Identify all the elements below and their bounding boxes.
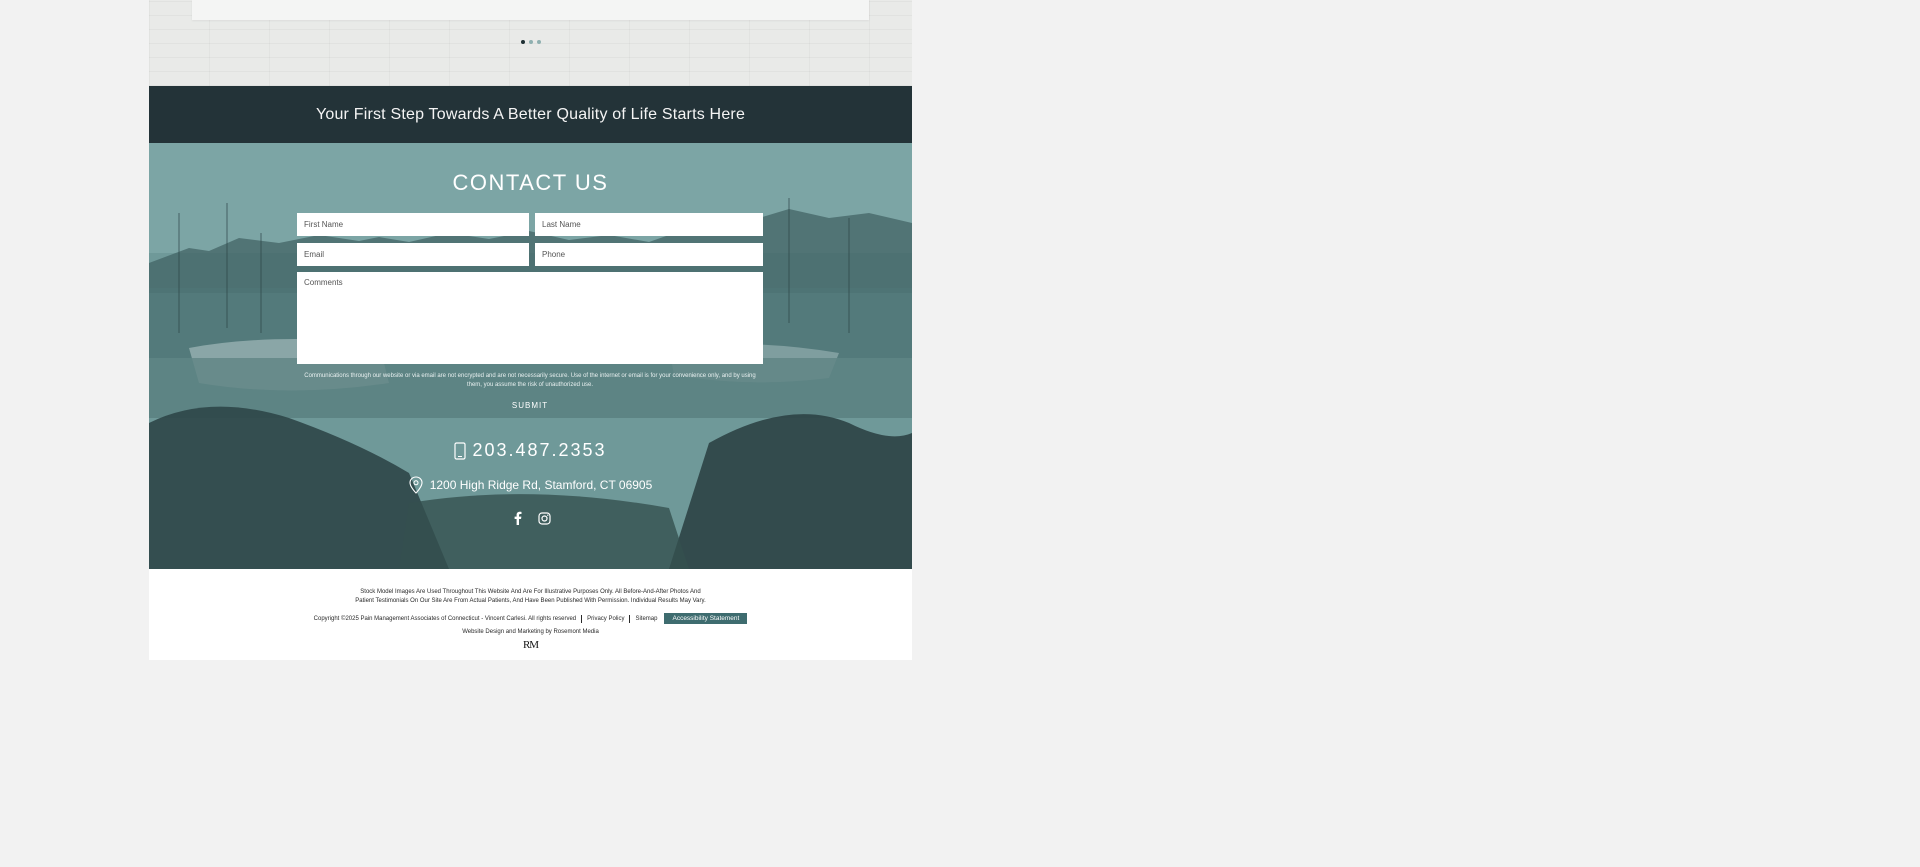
tagline-banner: Your First Step Towards A Better Quality… <box>149 86 912 143</box>
copyright-text: Copyright ©2025 Pain Management Associat… <box>313 615 577 622</box>
privacy-disclaimer: Communications through our website or vi… <box>304 373 756 388</box>
sitemap-link[interactable]: Sitemap <box>635 616 657 622</box>
address-link[interactable]: 1200 High Ridge Rd, Stamford, CT 06905 <box>149 476 912 494</box>
slider-dot[interactable] <box>528 40 533 44</box>
facebook-icon[interactable] <box>510 511 524 525</box>
divider <box>629 614 631 623</box>
mobile-phone-icon <box>454 441 467 460</box>
contact-section: CONTACT US Communications through our we… <box>149 143 912 569</box>
stock-image-note-line: Patient Testimonials On Our Site Are Fro… <box>355 598 706 604</box>
stock-image-note-line: Stock Model Images Are Used Throughout T… <box>360 589 701 595</box>
submit-button[interactable]: SUBMIT <box>480 401 580 410</box>
footer-links-row: Copyright ©2025 Pain Management Associat… <box>149 613 912 624</box>
contact-title: CONTACT US <box>452 170 609 195</box>
design-credit[interactable]: Website Design and Marketing by Rosemont… <box>149 629 912 635</box>
slide-card <box>192 0 869 20</box>
map-pin-icon <box>409 476 423 494</box>
email-input[interactable] <box>297 243 529 266</box>
tagline-text: Your First Step Towards A Better Quality… <box>315 105 746 123</box>
phone-number: 203.487.2353 <box>472 440 607 460</box>
privacy-policy-link[interactable]: Privacy Policy <box>587 616 624 622</box>
slider-dot[interactable] <box>536 40 541 44</box>
social-links <box>149 511 912 525</box>
comments-textarea[interactable] <box>297 272 763 364</box>
phone-link[interactable]: 203.487.2353 <box>149 440 912 461</box>
stock-image-note: Stock Model Images Are Used Throughout T… <box>149 588 912 606</box>
last-name-input[interactable] <box>535 213 763 236</box>
instagram-icon[interactable] <box>537 511 551 525</box>
divider <box>581 614 583 623</box>
slider-dot[interactable] <box>520 40 525 44</box>
first-name-input[interactable] <box>297 213 529 236</box>
accessibility-statement-button[interactable]: Accessibility Statement <box>664 613 748 624</box>
rosemont-media-logo[interactable]: RM <box>149 639 912 651</box>
page: Your First Step Towards A Better Quality… <box>149 0 912 660</box>
slider-dots <box>149 40 912 44</box>
site-footer: Stock Model Images Are Used Throughout T… <box>149 569 912 660</box>
phone-input[interactable] <box>535 243 763 266</box>
address-text: 1200 High Ridge Rd, Stamford, CT 06905 <box>429 478 653 492</box>
slider-section <box>149 0 912 86</box>
